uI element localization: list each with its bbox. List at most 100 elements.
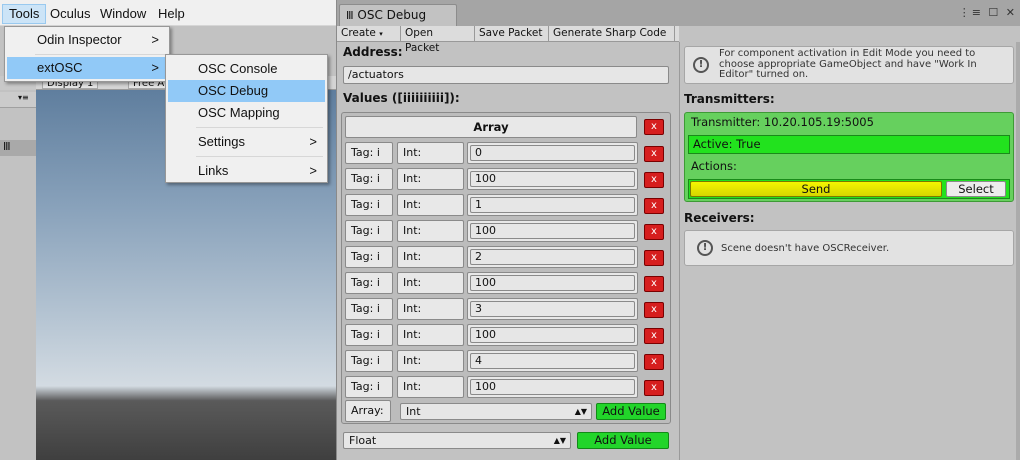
window-controls: ⋮≡ ☐ ✕ <box>959 6 1017 19</box>
menu-help[interactable]: Help <box>152 4 191 24</box>
tag-label: Tag: i <box>345 350 393 372</box>
menu-item-osc-debug[interactable]: OSC Debug <box>168 80 325 102</box>
value-field[interactable]: 100 <box>470 327 635 343</box>
chevron-right-icon: > <box>151 60 159 75</box>
value-container: 100 <box>467 168 638 190</box>
value-row: Tag: i Int: 100 x <box>345 168 669 190</box>
value-container: 100 <box>467 220 638 242</box>
select-button[interactable]: Select <box>946 181 1006 197</box>
values-label: Values ([iiiiiiiiii]): <box>343 91 460 105</box>
tag-label: Tag: i <box>345 220 393 242</box>
send-button[interactable]: Send <box>690 181 942 197</box>
actions-label: Actions: <box>691 159 737 173</box>
menu-separator <box>196 127 323 128</box>
hierarchy-selected-item[interactable]: Ⅲ <box>0 140 36 156</box>
help-box-receivers: ! Scene doesn't have OSCReceiver. <box>684 230 1014 266</box>
value-container: 100 <box>467 324 638 346</box>
value-container: 100 <box>467 376 638 398</box>
chevron-right-icon: > <box>309 163 317 178</box>
tab-osc-debug[interactable]: Ⅲ OSC Debug <box>339 4 457 26</box>
address-field[interactable]: /actuators <box>343 66 669 84</box>
scrollbar[interactable] <box>1016 42 1020 460</box>
tag-label: Tag: i <box>345 168 393 190</box>
remove-value-button[interactable]: x <box>644 328 664 344</box>
dropdown-arrow-icon[interactable]: ▾≡ <box>18 93 29 102</box>
window-tabbar: Ⅲ OSC Debug ⋮≡ ☐ ✕ <box>337 0 1020 26</box>
tag-label: Tag: i <box>345 298 393 320</box>
remove-value-button[interactable]: x <box>644 380 664 396</box>
maximize-icon[interactable]: ☐ <box>988 6 1000 19</box>
close-icon[interactable]: ✕ <box>1006 6 1017 19</box>
address-label: Address: <box>343 45 403 59</box>
value-container: 100 <box>467 272 638 294</box>
type-label: Int: <box>397 272 464 294</box>
remove-value-button[interactable]: x <box>644 354 664 370</box>
value-field[interactable]: 2 <box>470 249 635 265</box>
open-packet-button[interactable]: Open Packet <box>401 26 475 54</box>
menu-tools[interactable]: Tools <box>2 4 47 24</box>
menu-item-label: extOSC <box>37 60 83 75</box>
receivers-label: Receivers: <box>684 211 755 225</box>
tag-label: Tag: i <box>345 324 393 346</box>
type-label: Int: <box>397 194 464 216</box>
menu-item-osc-mapping[interactable]: OSC Mapping <box>168 102 325 124</box>
value-field[interactable]: 1 <box>470 197 635 213</box>
create-dropdown[interactable]: Create ▾ <box>337 26 401 42</box>
value-field[interactable]: 4 <box>470 353 635 369</box>
menu-separator <box>196 156 323 157</box>
array-frame: Array x Tag: i Int: 0 x Tag: i Int: 100 x Tag: i… <box>341 112 671 424</box>
array-type-value: Int <box>406 405 421 418</box>
menu-item-extosc[interactable]: extOSC > <box>7 57 167 79</box>
type-label: Int: <box>397 298 464 320</box>
type-label: Int: <box>397 350 464 372</box>
menu-item-links[interactable]: Links > <box>168 160 325 182</box>
array-type-select[interactable]: Int ▲▼ <box>400 403 592 420</box>
hierarchy-header: ▾≡ <box>0 92 36 108</box>
value-field[interactable]: 0 <box>470 145 635 161</box>
remove-value-button[interactable]: x <box>644 302 664 318</box>
save-packet-button[interactable]: Save Packet <box>475 26 549 42</box>
root-type-value: Float <box>349 434 377 447</box>
value-row: Tag: i Int: 3 x <box>345 298 669 320</box>
remove-value-button[interactable]: x <box>644 224 664 240</box>
chevron-right-icon: > <box>309 134 317 149</box>
tag-label: Tag: i <box>345 246 393 268</box>
chevron-right-icon: > <box>151 32 159 47</box>
root-type-select[interactable]: Float ▲▼ <box>343 432 571 449</box>
remove-value-button[interactable]: x <box>644 198 664 214</box>
tag-label: Tag: i <box>345 376 393 398</box>
create-label: Create <box>341 27 376 39</box>
value-field[interactable]: 100 <box>470 275 635 291</box>
value-field[interactable]: 3 <box>470 301 635 317</box>
transmitter-card: Transmitter: 10.20.105.19:5005 Active: T… <box>684 112 1014 202</box>
value-field[interactable]: 100 <box>470 223 635 239</box>
menu-window[interactable]: Window <box>94 4 152 24</box>
generate-code-button[interactable]: Generate Sharp Code <box>549 26 675 42</box>
menu-item-settings[interactable]: Settings > <box>168 131 325 153</box>
extosc-submenu: OSC Console OSC Debug OSC Mapping Settin… <box>165 54 328 183</box>
value-row: Tag: i Int: 100 x <box>345 376 669 398</box>
value-field[interactable]: 100 <box>470 379 635 395</box>
remove-array-button[interactable]: x <box>644 119 664 135</box>
tab-menu-icon[interactable]: ⋮≡ <box>959 6 983 19</box>
remove-value-button[interactable]: x <box>644 276 664 292</box>
add-value-button[interactable]: Add Value <box>596 403 666 420</box>
osc-columns-icon: Ⅲ <box>346 9 354 22</box>
info-icon: ! <box>697 240 713 256</box>
array-type-row: Array: Int ▲▼ Add Value <box>345 400 669 422</box>
tools-menu: Odin Inspector > extOSC > <box>4 26 170 82</box>
remove-value-button[interactable]: x <box>644 146 664 162</box>
remove-value-button[interactable]: x <box>644 172 664 188</box>
value-field[interactable]: 100 <box>470 171 635 187</box>
active-status: Active: True <box>688 135 1010 154</box>
type-label: Int: <box>397 324 464 346</box>
menu-item-osc-console[interactable]: OSC Console <box>168 58 325 80</box>
remove-value-button[interactable]: x <box>644 250 664 266</box>
value-row: Tag: i Int: 100 x <box>345 272 669 294</box>
root-add-value-button[interactable]: Add Value <box>577 432 669 449</box>
menu-item-odin-inspector[interactable]: Odin Inspector > <box>7 29 167 51</box>
menu-oculus[interactable]: Oculus <box>44 4 96 24</box>
info-icon: ! <box>693 57 709 73</box>
value-container: 0 <box>467 142 638 164</box>
value-row: Tag: i Int: 0 x <box>345 142 669 164</box>
